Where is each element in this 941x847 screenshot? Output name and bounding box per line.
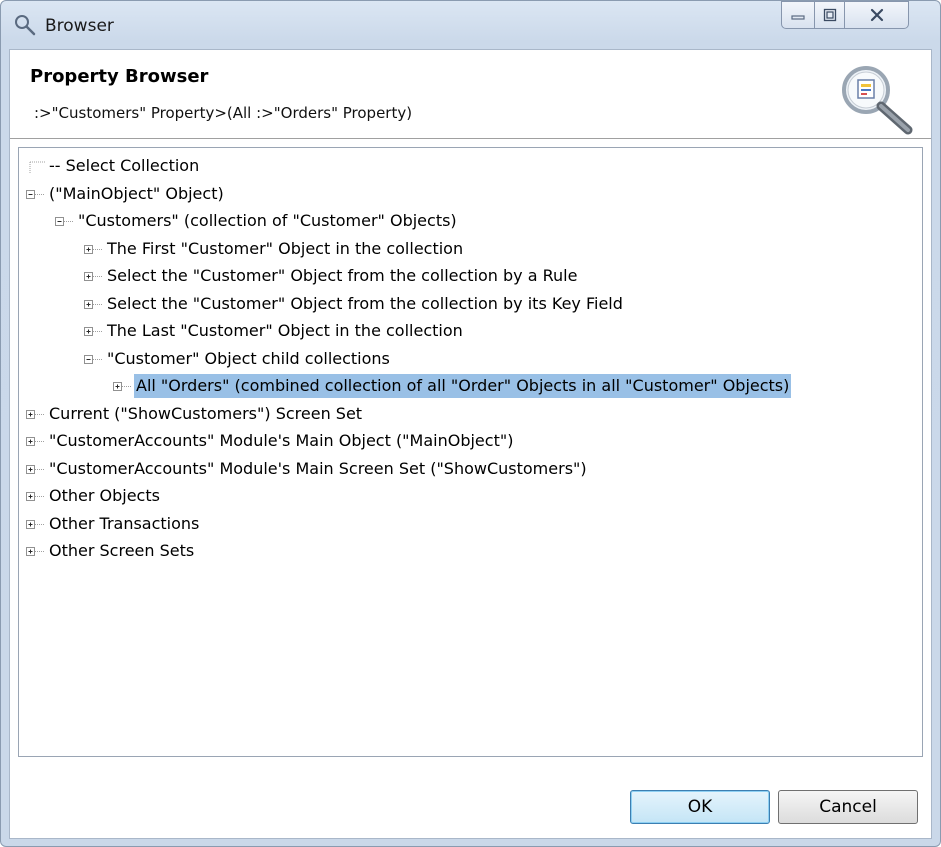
collection-tree[interactable]: -- Select Collection ("MainObject" Object… xyxy=(18,147,923,757)
tree-item[interactable]: Other Screen Sets xyxy=(25,539,196,563)
tree-item-label: Select the "Customer" Object from the co… xyxy=(107,266,578,285)
tree-item-label: ("MainObject" Object) xyxy=(49,183,224,203)
tree-item-label: Current ("ShowCustomers") Screen Set xyxy=(49,403,363,423)
tree-item[interactable]: Other Transactions xyxy=(25,512,201,536)
expand-icon[interactable] xyxy=(25,512,47,536)
tree-item-label: "Customer" Object child collections xyxy=(107,348,390,368)
close-button[interactable] xyxy=(845,1,909,29)
tree-item[interactable]: The First "Customer" Object in the colle… xyxy=(83,237,465,261)
browser-dialog: Browser Property Browser :>"Customers" P… xyxy=(0,0,941,847)
expand-icon[interactable] xyxy=(25,402,47,426)
title-bar[interactable]: Browser xyxy=(1,1,940,49)
collapse-icon[interactable] xyxy=(25,182,47,206)
tree-item[interactable]: ("MainObject" Object) xyxy=(25,182,226,206)
tree-item-label: Select the "Customer" Object from the co… xyxy=(107,293,623,313)
tree-item-label: Other Screen Sets xyxy=(49,541,195,560)
tree-item-label: "CustomerAccounts" Module's Main Screen … xyxy=(49,458,587,478)
tree-item[interactable]: All "Orders" (combined collection of all… xyxy=(112,374,792,398)
ok-button-label: OK xyxy=(687,797,713,817)
tree-connector-icon xyxy=(29,161,45,174)
header-title: Property Browser xyxy=(30,66,209,87)
tree-item-label: "Customers" (collection of "Customer" Ob… xyxy=(78,211,457,230)
maximize-button[interactable] xyxy=(815,1,845,29)
expand-icon[interactable] xyxy=(83,319,105,343)
maximize-icon xyxy=(823,8,836,22)
tree-item[interactable]: Select the "Customer" Object from the co… xyxy=(83,264,579,288)
cancel-button[interactable]: Cancel xyxy=(778,790,918,824)
expand-icon[interactable] xyxy=(25,429,47,453)
tree-item-label: "CustomerAccounts" Module's Main Object … xyxy=(49,431,514,450)
tree-item-label: Other Transactions xyxy=(49,513,200,533)
expand-icon[interactable] xyxy=(25,539,47,563)
tree-item-label: The Last "Customer" Object in the collec… xyxy=(107,321,463,340)
magnifier-logo-icon xyxy=(842,66,913,135)
collapse-icon[interactable] xyxy=(54,209,76,233)
tree-item[interactable]: "Customer" Object child collections xyxy=(83,347,392,371)
tree-item[interactable]: Other Objects xyxy=(25,484,162,508)
tree-item[interactable]: The Last "Customer" Object in the collec… xyxy=(83,319,465,343)
tree-item[interactable]: -- Select Collection xyxy=(25,154,201,178)
header-path: :>"Customers" Property>(All :>"Orders" P… xyxy=(34,104,413,122)
tree-item-label: The First "Customer" Object in the colle… xyxy=(107,238,464,258)
collapse-icon[interactable] xyxy=(83,347,105,371)
expand-icon[interactable] xyxy=(112,374,134,398)
dialog-client: Property Browser :>"Customers" Property>… xyxy=(9,49,932,839)
minimize-button[interactable] xyxy=(781,1,815,29)
expand-icon[interactable] xyxy=(25,457,47,481)
expand-icon[interactable] xyxy=(83,237,105,261)
tree-item[interactable]: Select the "Customer" Object from the co… xyxy=(83,292,625,316)
cancel-button-label: Cancel xyxy=(819,797,877,817)
tree-item[interactable]: "CustomerAccounts" Module's Main Screen … xyxy=(25,457,589,481)
search-icon xyxy=(15,15,36,36)
minimize-icon xyxy=(791,15,805,20)
header-separator xyxy=(10,138,931,139)
tree-item-label: Other Objects xyxy=(49,486,160,505)
tree-item[interactable]: "CustomerAccounts" Module's Main Object … xyxy=(25,429,515,453)
ok-button[interactable]: OK xyxy=(630,790,770,824)
dialog-header: Property Browser :>"Customers" Property>… xyxy=(10,50,931,138)
expand-icon[interactable] xyxy=(25,484,47,508)
close-icon xyxy=(870,8,883,22)
expand-icon[interactable] xyxy=(83,264,105,288)
tree-item[interactable]: Current ("ShowCustomers") Screen Set xyxy=(25,402,364,426)
tree-item-label: All "Orders" (combined collection of all… xyxy=(134,374,792,398)
tree-item-label: -- Select Collection xyxy=(49,156,200,175)
expand-icon[interactable] xyxy=(83,292,105,316)
tree-item[interactable]: "Customers" (collection of "Customer" Ob… xyxy=(54,209,459,233)
window-title: Browser xyxy=(45,16,114,36)
